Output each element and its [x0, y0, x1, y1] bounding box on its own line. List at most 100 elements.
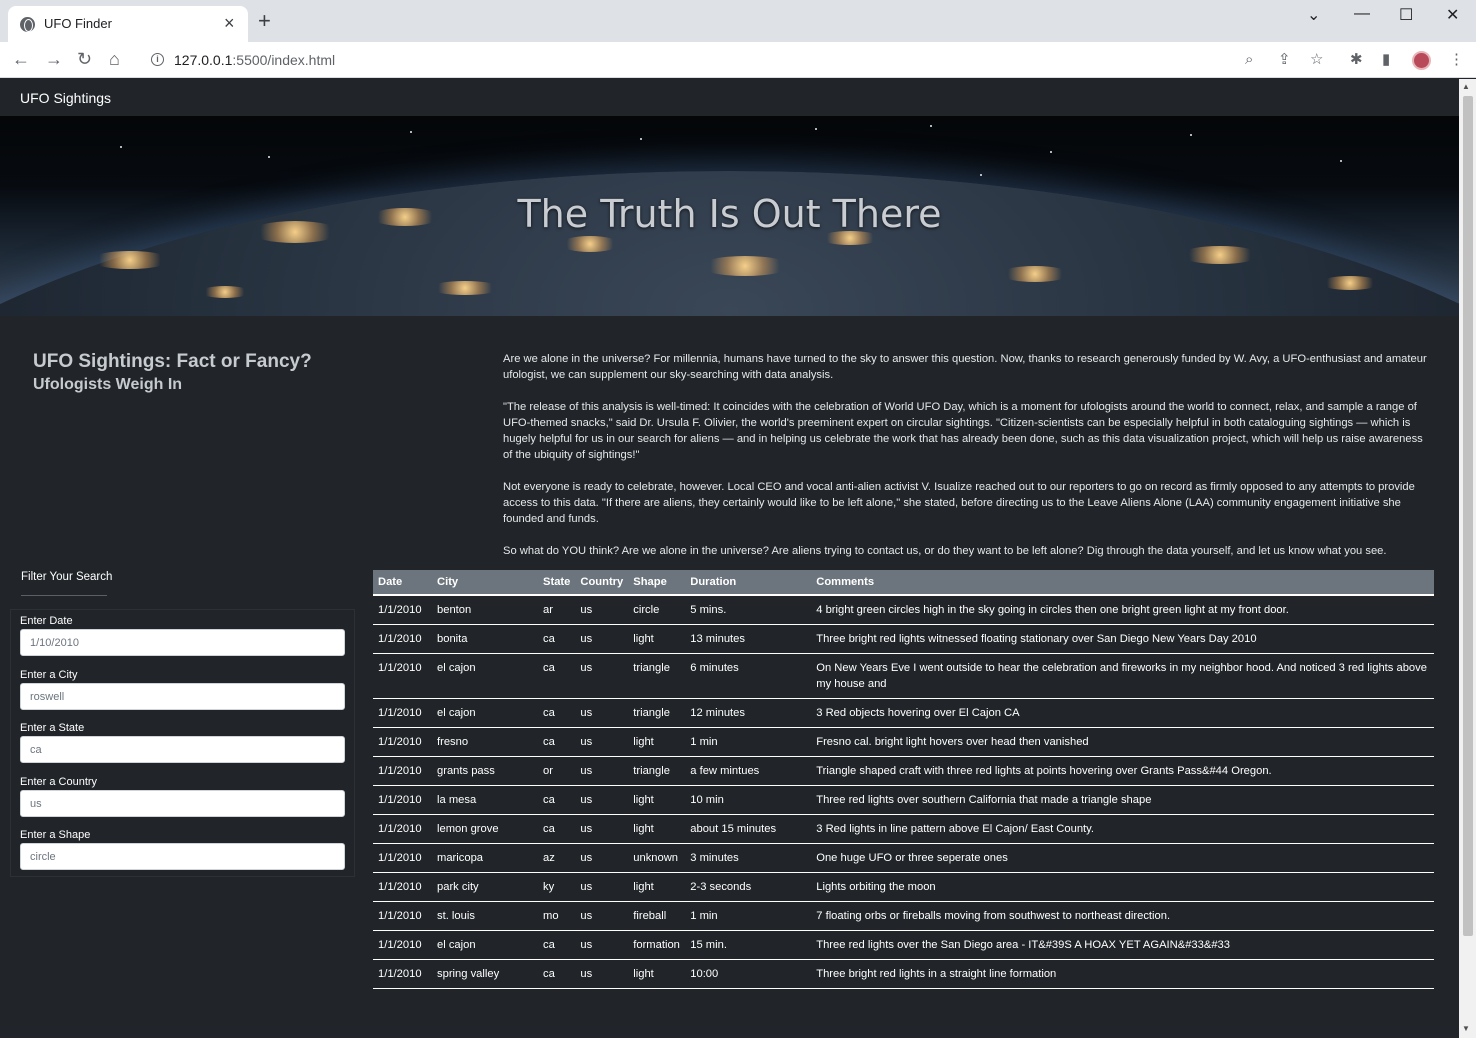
- site-navbar: UFO Sightings: [0, 79, 1459, 116]
- hero-banner: The Truth Is Out There: [0, 116, 1459, 316]
- navbar-brand[interactable]: UFO Sightings: [20, 90, 111, 106]
- cell-comments: 4 bright green circles high in the sky g…: [811, 595, 1434, 625]
- city-input[interactable]: [20, 683, 345, 710]
- cell-date: 1/1/2010: [373, 814, 432, 844]
- cell-shape: formation: [628, 930, 686, 960]
- table-row: 1/1/2010 benton ar us circle 5 mins. 4 bright …: [373, 595, 1434, 625]
- share-icon[interactable]: ⇪: [1278, 51, 1291, 69]
- back-icon[interactable]: ←: [12, 49, 30, 69]
- cell-country: us: [575, 814, 629, 844]
- extensions-icon[interactable]: ✱: [1350, 51, 1363, 69]
- url-path: :5500/index.html: [232, 52, 336, 68]
- profile-avatar[interactable]: [1412, 51, 1431, 70]
- bookmark-star-icon[interactable]: ☆: [1310, 51, 1323, 69]
- cell-shape: unknown: [628, 843, 686, 873]
- cell-state: ca: [538, 727, 576, 757]
- cell-city: spring valley: [432, 959, 538, 989]
- state-input[interactable]: [20, 736, 345, 763]
- url-host: 127.0.0.1: [174, 52, 233, 68]
- header-comments: Comments: [811, 570, 1434, 596]
- ufo-table: Date City State Country Shape Duration C…: [373, 570, 1434, 989]
- table-row: 1/1/2010 maricopa az us unknown 3 minutes One …: [373, 843, 1434, 873]
- zoom-icon[interactable]: ⌕: [1245, 51, 1253, 69]
- cell-date: 1/1/2010: [373, 959, 432, 989]
- scrollbar-thumb[interactable]: [1463, 96, 1473, 936]
- hero-title: The Truth Is Out There: [517, 192, 942, 236]
- cell-state: ky: [538, 872, 576, 902]
- new-tab-icon[interactable]: +: [258, 10, 271, 32]
- cell-shape: light: [628, 814, 686, 844]
- shape-label: Enter a Shape: [20, 829, 91, 841]
- close-tab-icon[interactable]: ×: [224, 13, 235, 33]
- date-label: Enter Date: [20, 615, 73, 627]
- maximize-icon[interactable]: ☐: [1399, 5, 1413, 25]
- cell-date: 1/1/2010: [373, 756, 432, 786]
- cell-country: us: [575, 901, 629, 931]
- cell-state: ca: [538, 785, 576, 815]
- cell-comments: Fresno cal. bright light hovers over hea…: [811, 727, 1434, 757]
- reload-icon[interactable]: ↻: [77, 49, 92, 69]
- home-icon[interactable]: ⌂: [109, 49, 120, 69]
- header-duration: Duration: [685, 570, 812, 596]
- header-country: Country: [575, 570, 629, 596]
- address-bar-row: ← → ↻ ⌂ i 127.0.0.1:5500/index.html ⌕ ⇪ …: [0, 42, 1476, 78]
- forward-icon[interactable]: →: [45, 49, 63, 69]
- cell-comments: On New Years Eve I went outside to hear …: [811, 653, 1434, 699]
- cell-country: us: [575, 595, 629, 625]
- cell-comments: Three bright red lights witnessed floati…: [811, 624, 1434, 654]
- site-info-icon[interactable]: i: [151, 53, 164, 66]
- cell-city: maricopa: [432, 843, 538, 873]
- window-close-icon[interactable]: ✕: [1446, 5, 1459, 25]
- cell-city: fresno: [432, 727, 538, 757]
- cell-comments: Three red lights over southern Californi…: [811, 785, 1434, 815]
- side-panel-icon[interactable]: ▮: [1382, 51, 1390, 69]
- cell-country: us: [575, 930, 629, 960]
- cell-date: 1/1/2010: [373, 727, 432, 757]
- cell-shape: light: [628, 872, 686, 902]
- cell-comments: Three red lights over the San Diego area…: [811, 930, 1434, 960]
- cell-duration: 1 min: [685, 901, 812, 931]
- country-input[interactable]: [20, 790, 345, 817]
- url-field[interactable]: i 127.0.0.1:5500/index.html: [140, 46, 1340, 74]
- cell-state: ca: [538, 814, 576, 844]
- table-row: 1/1/2010 el cajon ca us triangle 6 minutes On …: [373, 653, 1434, 699]
- tab-search-icon[interactable]: ⌄: [1307, 5, 1320, 25]
- cell-shape: light: [628, 624, 686, 654]
- cell-duration: about 15 minutes: [685, 814, 812, 844]
- date-input[interactable]: [20, 629, 345, 656]
- cell-duration: 2-3 seconds: [685, 872, 812, 902]
- table-row: 1/1/2010 spring valley ca us light 10:00 Three…: [373, 959, 1434, 989]
- cell-country: us: [575, 727, 629, 757]
- table-row: 1/1/2010 el cajon ca us triangle 12 minutes 3 …: [373, 698, 1434, 728]
- cell-duration: 5 mins.: [685, 595, 812, 625]
- cell-city: park city: [432, 872, 538, 902]
- cell-state: ca: [538, 624, 576, 654]
- cell-comments: One huge UFO or three seperate ones: [811, 843, 1434, 873]
- cell-date: 1/1/2010: [373, 653, 432, 699]
- cell-shape: fireball: [628, 901, 686, 931]
- cell-date: 1/1/2010: [373, 785, 432, 815]
- shape-input[interactable]: [20, 843, 345, 870]
- cell-country: us: [575, 843, 629, 873]
- cell-country: us: [575, 653, 629, 699]
- cell-date: 1/1/2010: [373, 930, 432, 960]
- cell-city: bonita: [432, 624, 538, 654]
- cell-comments: 7 floating orbs or fireballs moving from…: [811, 901, 1434, 931]
- ufo-table-container: Date City State Country Shape Duration C…: [373, 570, 1434, 989]
- scroll-down-icon[interactable]: ▼: [1462, 1024, 1470, 1033]
- cell-city: benton: [432, 595, 538, 625]
- country-label: Enter a Country: [20, 776, 98, 788]
- header-city: City: [432, 570, 538, 596]
- cell-shape: light: [628, 727, 686, 757]
- minimize-icon[interactable]: —: [1354, 5, 1370, 23]
- cell-country: us: [575, 959, 629, 989]
- cell-country: us: [575, 785, 629, 815]
- menu-kebab-icon[interactable]: ⋮: [1449, 51, 1464, 69]
- scroll-up-icon[interactable]: ▲: [1462, 82, 1470, 91]
- cell-state: ca: [538, 959, 576, 989]
- cell-city: el cajon: [432, 930, 538, 960]
- table-row: 1/1/2010 st. louis mo us fireball 1 min 7 floa…: [373, 901, 1434, 931]
- header-state: State: [538, 570, 576, 596]
- browser-tab[interactable]: UFO Finder ×: [8, 6, 248, 42]
- intro-subheading: Ufologists Weigh In: [33, 376, 183, 393]
